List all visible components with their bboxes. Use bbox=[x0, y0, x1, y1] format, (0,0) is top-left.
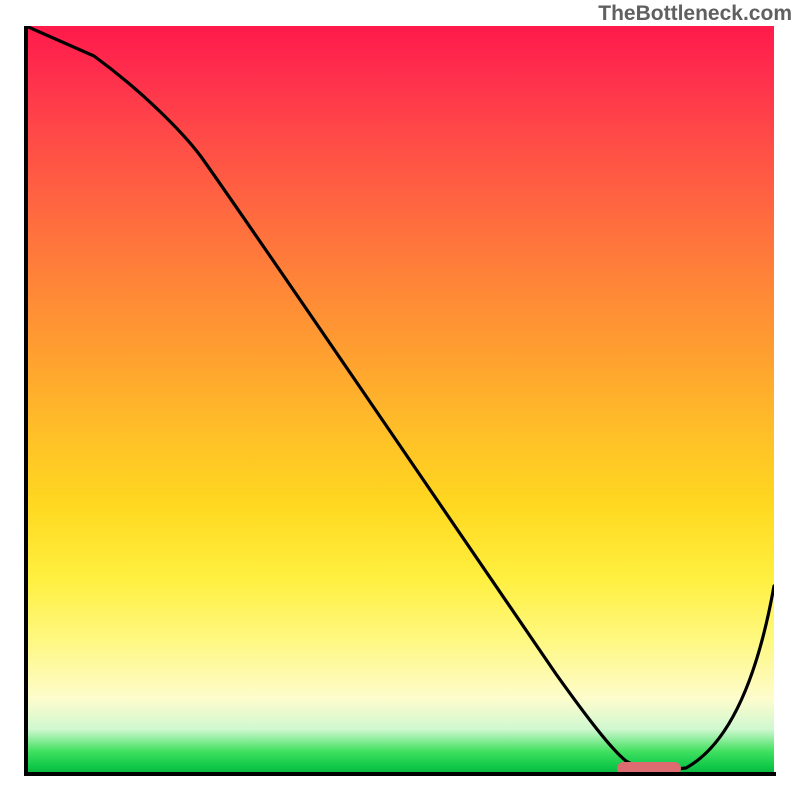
watermark-text: TheBottleneck.com bbox=[598, 2, 792, 26]
curve-layer bbox=[26, 26, 774, 774]
x-axis-line bbox=[24, 772, 776, 776]
bottleneck-curve bbox=[26, 26, 774, 770]
chart-container bbox=[26, 26, 774, 774]
y-axis-line bbox=[24, 26, 28, 776]
